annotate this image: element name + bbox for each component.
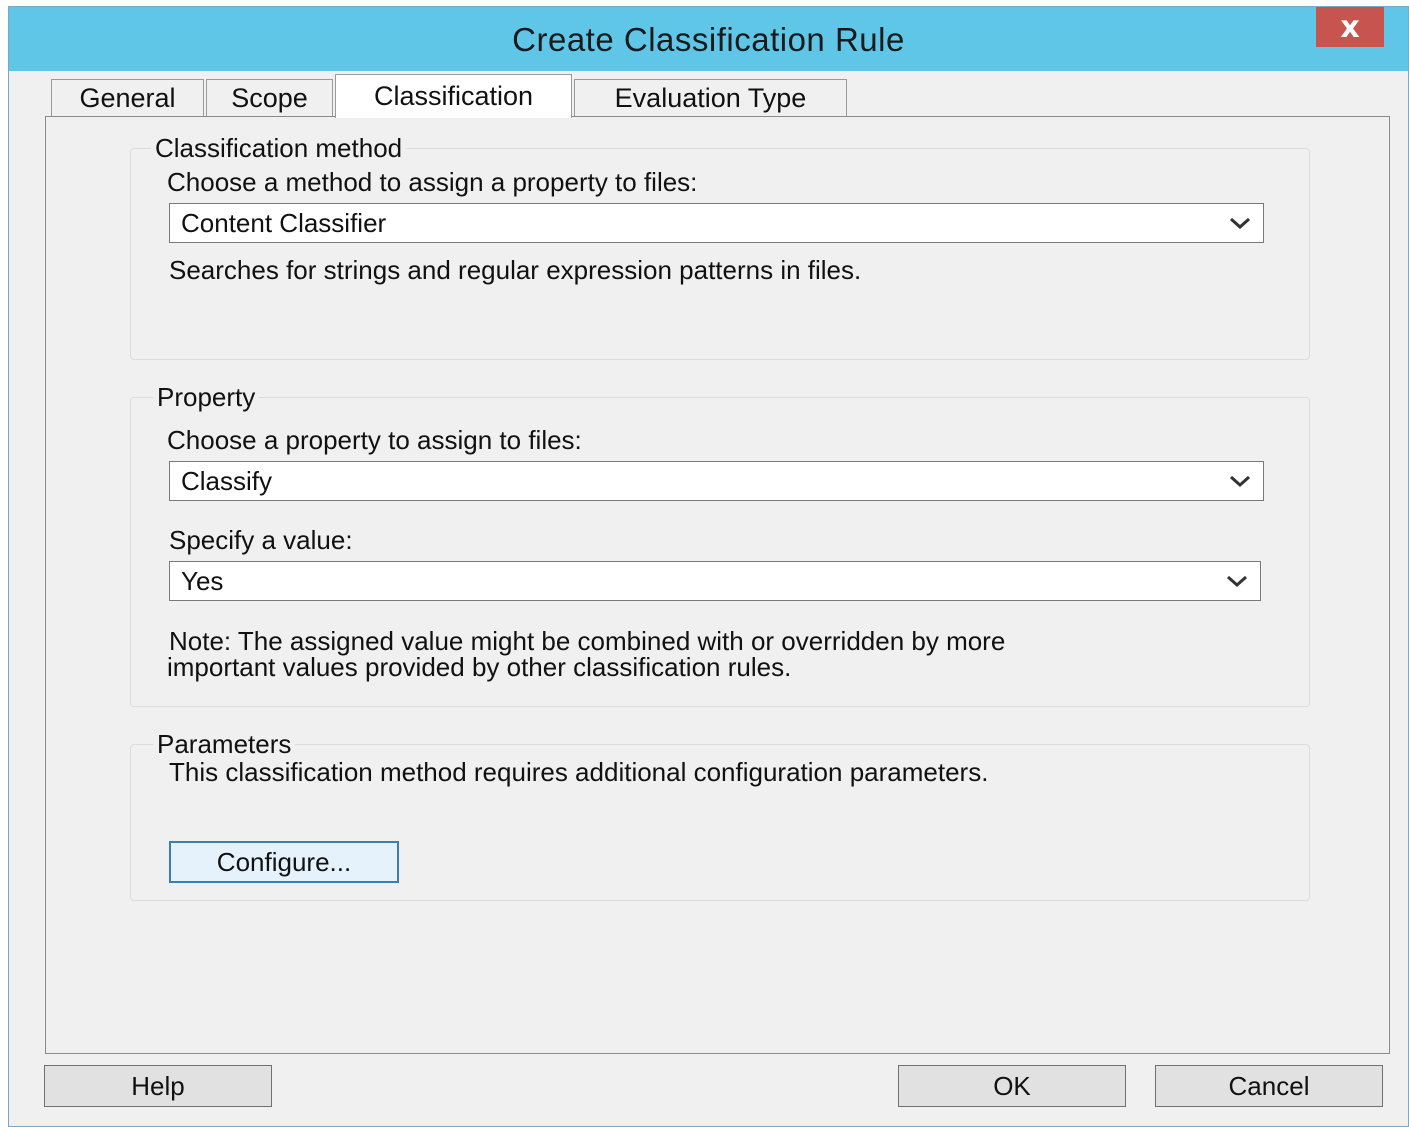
classification-method-group: Classification method Choose a method to…: [130, 133, 1310, 360]
window-title: Create Classification Rule: [512, 21, 905, 58]
note-line-2: important values provided by other class…: [167, 652, 792, 682]
tab-panel-classification: Classification method Choose a method to…: [45, 116, 1390, 1054]
ok-button[interactable]: OK: [898, 1065, 1126, 1107]
tab-evaluation-type-label: Evaluation Type: [614, 83, 807, 113]
property-group: Property Choose a property to assign to …: [130, 382, 1310, 707]
value-prompt: Specify a value:: [169, 525, 353, 555]
parameters-group: Parameters This classification method re…: [130, 729, 1310, 901]
tab-classification-label: Classification: [373, 81, 534, 111]
tab-scope[interactable]: Scope: [206, 79, 333, 117]
dialog-window: Create Classification Rule x General Sco…: [8, 6, 1409, 1127]
method-dropdown[interactable]: Content Classifier: [169, 203, 1264, 243]
tab-evaluation-type[interactable]: Evaluation Type: [574, 79, 847, 117]
property-legend: Property: [153, 382, 260, 413]
value-dropdown[interactable]: Yes: [169, 561, 1261, 601]
property-dropdown[interactable]: Classify: [169, 461, 1264, 501]
ok-button-label: OK: [993, 1070, 1031, 1101]
help-button[interactable]: Help: [44, 1065, 272, 1107]
property-dropdown-value: Classify: [181, 466, 273, 496]
parameters-legend: Parameters: [153, 729, 296, 760]
tab-classification[interactable]: Classification: [335, 74, 572, 118]
help-button-label: Help: [131, 1070, 185, 1101]
title-bar[interactable]: Create Classification Rule x: [9, 7, 1408, 71]
value-dropdown-value: Yes: [181, 566, 224, 596]
tab-scope-label: Scope: [231, 83, 308, 113]
cancel-button-label: Cancel: [1228, 1070, 1310, 1101]
chevron-down-icon: [1230, 217, 1250, 230]
cancel-button[interactable]: Cancel: [1155, 1065, 1383, 1107]
tab-general-label: General: [79, 83, 176, 113]
close-button[interactable]: x: [1316, 7, 1384, 47]
method-prompt: Choose a method to assign a property to …: [167, 167, 698, 197]
close-icon: x: [1340, 9, 1360, 45]
tab-general[interactable]: General: [51, 79, 204, 117]
chevron-down-icon: [1227, 575, 1247, 588]
configure-button-label: Configure...: [216, 846, 352, 877]
parameters-description: This classification method requires addi…: [169, 757, 989, 787]
configure-button[interactable]: Configure...: [169, 841, 399, 883]
chevron-down-icon: [1230, 475, 1250, 488]
classification-method-legend: Classification method: [151, 133, 407, 164]
method-dropdown-value: Content Classifier: [181, 208, 387, 238]
property-prompt: Choose a property to assign to files:: [167, 425, 582, 455]
method-description: Searches for strings and regular express…: [169, 255, 862, 285]
